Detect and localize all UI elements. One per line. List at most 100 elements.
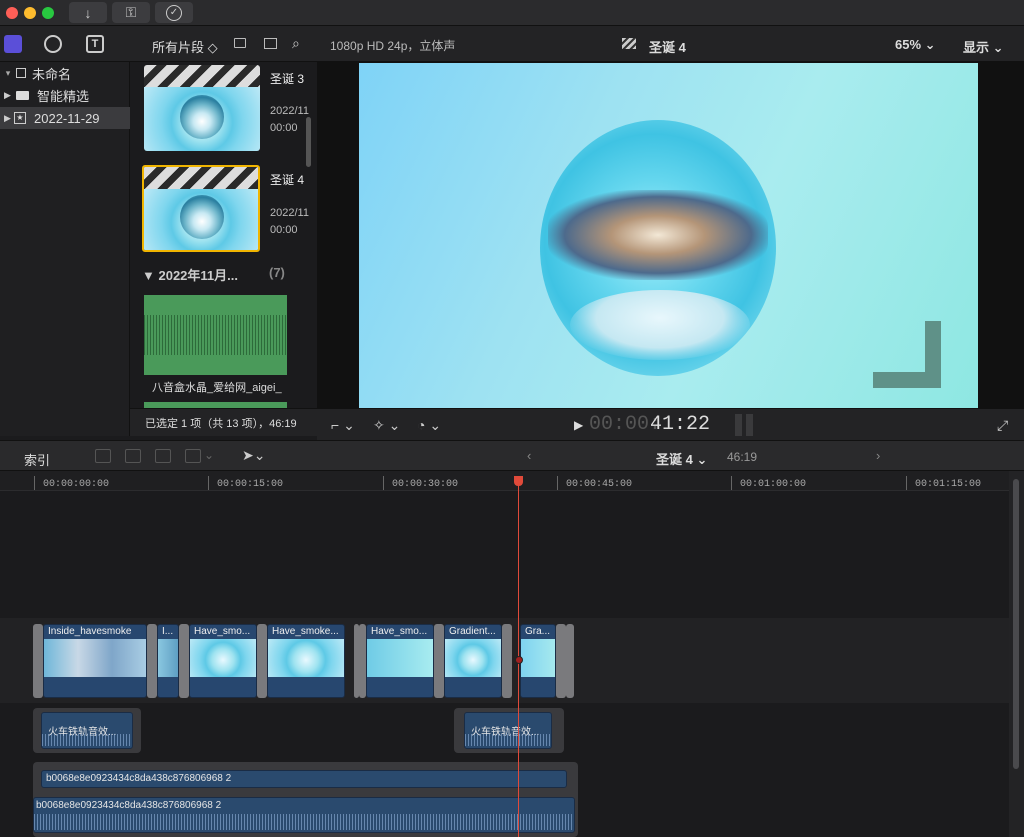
titles-generators-icon[interactable]: T [86,35,104,53]
timecode-display[interactable]: 41:22 [650,413,710,436]
music-clip-label: b0068e8e0923434c8da438c876806968 2 [36,800,222,811]
playhead-head[interactable] [514,476,523,486]
clip-thumbnail[interactable] [144,65,260,151]
overwrite-clip-icon[interactable] [185,449,201,463]
music-clip-label: b0068e8e0923434c8da438c876806968 2 [46,773,232,784]
clip-filter-popup[interactable]: 所有片段 ◇ [152,37,218,56]
clip-label: Gra... [525,626,551,637]
background-tasks-button[interactable]: ✓ [155,2,193,23]
library-item-unnamed[interactable]: ▾ 未命名 [0,62,130,84]
minimize-window-button[interactable] [24,7,36,19]
viewer-title: 圣诞 4 [649,40,686,55]
clip-handle[interactable] [33,624,43,698]
clip-handle[interactable] [179,624,189,698]
audio-clip-container[interactable]: 火车铁轨音效... [454,708,564,753]
clip-filmstrip [521,639,555,677]
clip-handle[interactable] [556,624,566,698]
audio-meter-left [735,414,742,436]
audio-clip-container[interactable]: 火车铁轨音效... [33,708,141,753]
video-clip[interactable]: Gra... [520,624,556,698]
retime-speedometer-icon[interactable]: ◔ ⌄ [417,417,441,434]
select-tool-icon[interactable]: ➤⌄ [242,447,265,464]
music-clip[interactable]: b0068e8e0923434c8da438c876806968 2 [41,770,567,788]
title-bar: ↓ ⚿ ✓ [0,0,1024,26]
forward-arrow-icon[interactable]: › [876,448,880,463]
snow-globe-image [180,95,224,139]
scrollbar-thumb[interactable] [1013,479,1019,769]
music-clip-container[interactable]: b0068e8e0923434c8da438c876806968 2 b0068… [33,762,578,837]
video-clip[interactable]: Have_smo... [366,624,434,698]
browser-toolbar: 所有片段 ◇ ⌕ [130,26,317,62]
fullscreen-icon[interactable]: ⤢ [997,417,1008,434]
ruler-tick-label: 00:01:15:00 [915,479,982,490]
clip-date: 2022/11 [270,105,309,117]
library-item-event-2022-11-29[interactable]: ▶ ★ 2022-11-29 [0,107,130,129]
clip-filmstrip [445,639,501,677]
ruler-tick-label: 00:00:45:00 [566,479,633,490]
library-item-label: 2022-11-29 [34,110,100,126]
clapper-icon [144,167,258,189]
corner-marker-icon [873,372,941,388]
project-duration: 46:19 [727,450,758,464]
import-button[interactable]: ↓ [69,2,107,23]
video-clip[interactable]: Gradient... [444,624,502,698]
format-label: 1080p HD 24p，立体声 [330,39,456,53]
video-clip[interactable]: Have_smoke... [267,624,345,698]
audio-clip[interactable]: 火车铁轨音效... [464,712,552,749]
music-clip[interactable]: b0068e8e0923434c8da438c876806968 2 [33,797,575,833]
library-toolbar: T [0,26,130,62]
photos-audio-icon[interactable] [44,35,62,53]
audio-clip-thumbnail[interactable] [144,295,287,375]
back-arrow-icon[interactable]: ‹ [527,448,531,463]
transform-crop-icon[interactable]: ⌐ ⌄ [331,417,355,434]
library-item-smart-collections[interactable]: ▶ 智能精选 [0,84,130,106]
video-clip[interactable]: Have_smo... [189,624,257,698]
waveform-image [42,734,132,746]
search-icon[interactable]: ⌕ [292,35,300,52]
zoom-window-button[interactable] [42,7,54,19]
clip-handle[interactable] [566,624,574,698]
video-frame[interactable] [359,63,978,408]
viewer-controls: ⌐ ⌄ ✧ ⌄ ◔ ⌄ ▶ 00:00: 41:22 ⤢ [317,408,1024,440]
play-icon[interactable]: ▶ [574,418,583,432]
browser-scrollbar[interactable] [306,117,311,167]
connect-clip-icon[interactable] [95,449,111,463]
key-icon: ⚿ [125,4,137,20]
magic-wand-icon[interactable]: ✧ ⌄ [373,417,400,434]
clapper-icon [144,65,260,87]
clip-handle[interactable] [434,624,444,698]
project-popup[interactable]: 圣诞 4 ⌄ [656,449,707,468]
timeline-toolbar: 索引 ⌄ ➤⌄ ‹ 圣诞 4 ⌄ 46:19 › [0,440,1024,471]
close-window-button[interactable] [6,7,18,19]
video-clip[interactable]: I... [157,624,179,698]
clapper-icon [622,38,636,49]
clip-filmstrip [158,639,178,677]
clip-date: 2022/11 [270,207,309,219]
clip-handle[interactable] [359,624,366,698]
clip-filmstrip [268,639,344,677]
clip-handle[interactable] [147,624,157,698]
filmstrip-icon[interactable] [264,38,277,49]
insert-clip-icon[interactable] [125,449,141,463]
audio-clip[interactable]: 火车铁轨音效... [41,712,133,749]
index-button[interactable]: 索引 [24,450,50,469]
timeline-ruler[interactable] [0,471,1009,491]
libraries-icon[interactable] [4,35,22,53]
append-clip-icon[interactable] [155,449,171,463]
display-popup[interactable]: 显示 ⌄ [963,37,1004,56]
clip-filmstrip [190,639,256,677]
disclosure-triangle-icon: ▶ [4,112,11,123]
clip-handle[interactable] [502,624,512,698]
group-header[interactable]: ▼ 2022年11月... [142,265,238,284]
keywords-button[interactable]: ⚿ [112,2,150,23]
zoom-popup[interactable]: 65% ⌄ [895,37,936,53]
ruler-tick-label: 00:01:00:00 [740,479,807,490]
clip-thumbnail-selected[interactable] [142,165,260,252]
chevron-down-icon[interactable]: ⌄ [204,448,214,462]
clip-label: I... [162,626,174,637]
video-clip[interactable]: Inside_havesmoke [43,624,147,698]
clip-appearance-icon[interactable] [234,38,246,48]
clip-handle[interactable] [257,624,267,698]
ruler-tick [731,476,732,490]
timeline-scrollbar[interactable] [1009,471,1024,837]
